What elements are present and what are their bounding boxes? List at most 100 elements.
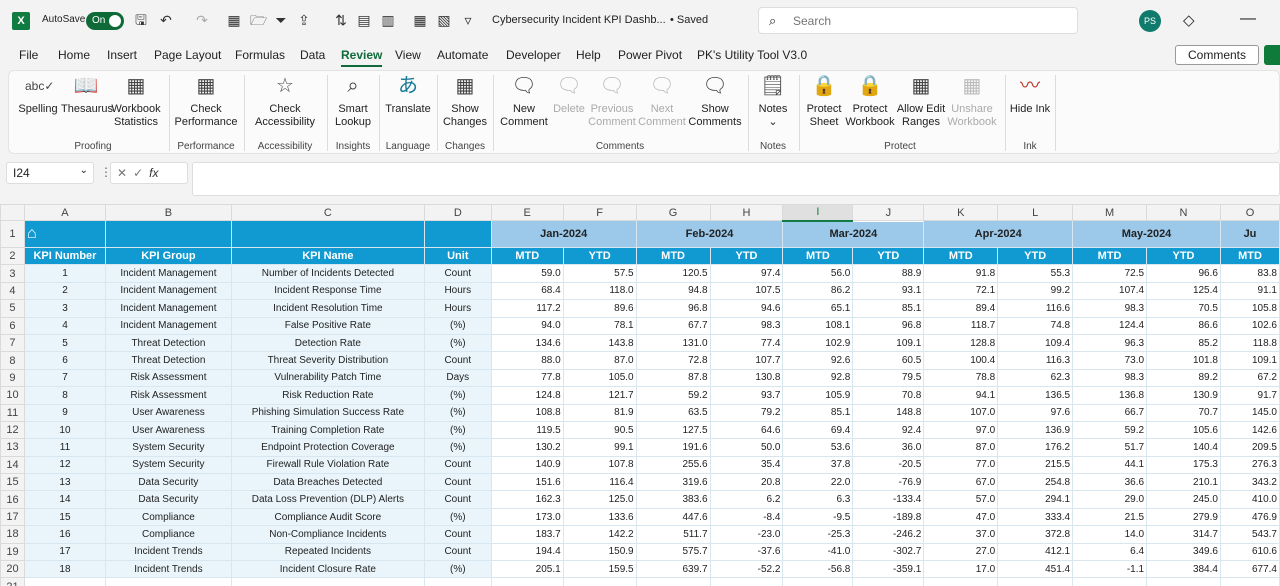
table-cell[interactable]: -56.8 — [782, 560, 854, 579]
row-header[interactable]: 19 — [0, 542, 25, 562]
table-cell[interactable]: 6.2 — [709, 490, 784, 509]
table-cell[interactable]: 130.2 — [490, 438, 564, 457]
menu-automate[interactable]: Automate — [437, 48, 488, 62]
table-cell[interactable]: 37.8 — [782, 455, 854, 475]
table-cell[interactable]: 343.2 — [1219, 473, 1280, 492]
banner-cell[interactable] — [423, 220, 492, 248]
delete-comment-button[interactable]: 🗨 Delete — [551, 73, 587, 116]
autosave-toggle[interactable]: On — [86, 12, 124, 30]
table-cell[interactable]: 136.5 — [997, 386, 1074, 405]
table-cell[interactable]: 91.7 — [1219, 386, 1280, 405]
menu-formulas[interactable]: Formulas — [235, 48, 285, 62]
table-cell[interactable]: 65.1 — [782, 299, 854, 318]
table-cell[interactable]: 194.4 — [490, 542, 564, 562]
table-cell[interactable]: 5 — [23, 333, 106, 353]
table-cell[interactable]: 140.9 — [490, 455, 564, 475]
table-cell[interactable]: 105.9 — [782, 386, 854, 405]
table-cell[interactable]: 78.8 — [923, 368, 999, 388]
table-cell[interactable]: -359.1 — [852, 560, 925, 579]
table-cell[interactable]: 85.1 — [852, 299, 925, 318]
menu-insert[interactable]: Insert — [107, 48, 137, 62]
table-cell[interactable]: 109.1 — [1219, 351, 1280, 370]
table-cell[interactable]: 130.9 — [1146, 386, 1221, 405]
table-cell[interactable]: 276.3 — [1219, 455, 1280, 475]
table-cell[interactable]: (%) — [423, 438, 492, 457]
table-cell[interactable]: 105.8 — [1219, 299, 1280, 318]
table-cell[interactable]: Incident Resolution Time — [230, 299, 425, 318]
table-cell[interactable]: 116.4 — [562, 473, 637, 492]
table-cell[interactable]: 105.0 — [562, 368, 637, 388]
menu-review[interactable]: Review — [341, 48, 383, 67]
table-cell[interactable]: User Awareness — [104, 420, 232, 440]
table-cell[interactable]: 37.0 — [923, 525, 999, 544]
table-cell[interactable]: 87.0 — [923, 438, 999, 457]
table-cell[interactable]: 159.5 — [562, 560, 637, 579]
table-cell[interactable]: 92.4 — [852, 420, 925, 440]
saved-status[interactable]: • Saved — [670, 14, 708, 26]
table-cell[interactable]: -1.1 — [1072, 560, 1148, 579]
table-cell[interactable]: Threat Severity Distribution — [230, 351, 425, 370]
table-cell[interactable]: 50.0 — [709, 438, 784, 457]
table-cell[interactable]: -189.8 — [852, 507, 925, 527]
table-cell[interactable]: 90.5 — [562, 420, 637, 440]
spreadsheet-grid[interactable]: A B C D E F G H I J K L M N O 1 ⌂ Jan-20… — [0, 204, 1280, 586]
table-cell[interactable]: Hours — [423, 281, 492, 301]
hide-ink-button[interactable]: 〰 Hide Ink — [1009, 73, 1051, 116]
table-cell[interactable] — [1146, 577, 1221, 586]
table-cell[interactable]: 97.0 — [923, 420, 999, 440]
column-title[interactable]: YTD — [709, 246, 784, 266]
menu-file[interactable]: File — [19, 48, 38, 62]
search-input[interactable] — [793, 12, 1063, 30]
table-cell[interactable]: 79.2 — [709, 403, 784, 422]
table-cell[interactable]: 142.6 — [1219, 420, 1280, 440]
comments-button[interactable]: Comments — [1175, 45, 1259, 65]
table-cell[interactable]: 183.7 — [490, 525, 564, 544]
table-cell[interactable]: 91.1 — [1219, 281, 1280, 301]
row-header[interactable]: 4 — [0, 281, 25, 301]
table-cell[interactable]: 81.9 — [562, 403, 637, 422]
check-performance-button[interactable]: ▦ Check Performance — [173, 73, 239, 129]
table-cell[interactable]: 117.2 — [490, 299, 564, 318]
table-cell[interactable]: 73.0 — [1072, 351, 1148, 370]
table-cell[interactable]: 67.2 — [1219, 368, 1280, 388]
table-cell[interactable]: 16 — [23, 525, 106, 544]
table-cell[interactable]: 56.0 — [782, 264, 854, 283]
table-cell[interactable]: 1 — [23, 264, 106, 283]
table-cell[interactable]: 72.5 — [1072, 264, 1148, 283]
table-cell[interactable]: (%) — [423, 420, 492, 440]
row-header[interactable]: 3 — [0, 264, 25, 283]
table-cell[interactable]: Count — [423, 351, 492, 370]
table-cell[interactable]: 77.8 — [490, 368, 564, 388]
form-icon[interactable]: ▤ — [356, 12, 372, 28]
avatar[interactable]: PS — [1139, 10, 1161, 32]
menu-data[interactable]: Data — [300, 48, 325, 62]
table-cell[interactable]: 29.0 — [1072, 490, 1148, 509]
column-header[interactable]: B — [104, 204, 232, 221]
column-title[interactable]: MTD — [923, 246, 999, 266]
table-cell[interactable]: 6.4 — [1072, 542, 1148, 562]
table-cell[interactable]: 83.8 — [1219, 264, 1280, 283]
column-title[interactable]: MTD — [635, 246, 711, 266]
table-cell[interactable]: 101.8 — [1146, 351, 1221, 370]
table-cell[interactable]: 107.7 — [709, 351, 784, 370]
home-cell[interactable]: ⌂ — [23, 220, 106, 248]
table-cell[interactable]: -37.6 — [709, 542, 784, 562]
table-cell[interactable]: 85.1 — [782, 403, 854, 422]
column-title[interactable]: KPI Group — [104, 246, 232, 266]
table-cell[interactable]: 99.2 — [997, 281, 1074, 301]
table-cell[interactable]: 20.8 — [709, 473, 784, 492]
table-cell[interactable]: 47.0 — [923, 507, 999, 527]
notes-button[interactable]: 🗒 Notes ⌄ — [751, 73, 795, 129]
table-cell[interactable]: 575.7 — [635, 542, 711, 562]
menu-home[interactable]: Home — [58, 48, 90, 62]
table-cell[interactable]: -302.7 — [852, 542, 925, 562]
table-cell[interactable]: 107.5 — [709, 281, 784, 301]
table-cell[interactable]: 67.7 — [635, 316, 711, 335]
table-cell[interactable]: Incident Management — [104, 299, 232, 318]
table-cell[interactable]: 209.5 — [1219, 438, 1280, 457]
table-cell[interactable]: 87.0 — [562, 351, 637, 370]
column-header[interactable]: N — [1146, 204, 1221, 221]
name-box[interactable]: I24 ⌄ — [6, 162, 94, 184]
table-cell[interactable]: 4 — [23, 316, 106, 335]
row-header[interactable]: 11 — [0, 403, 25, 422]
